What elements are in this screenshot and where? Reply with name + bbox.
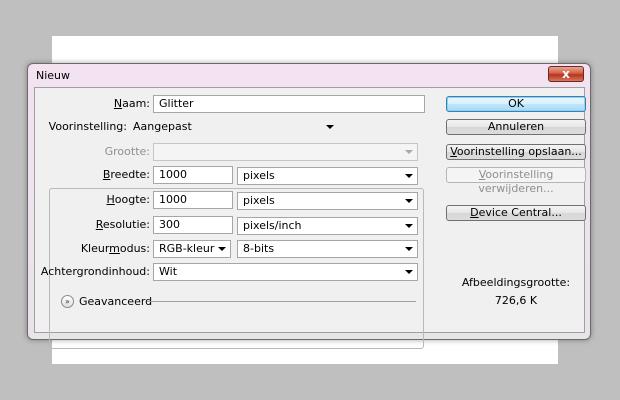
color-mode-label-prefix: Kleur	[80, 242, 110, 255]
save-preset-rest: oorinstelling opslaan...	[456, 145, 582, 158]
name-value: Glitter	[159, 97, 194, 110]
height-input[interactable]: 1000	[153, 191, 233, 209]
size-select	[153, 143, 418, 161]
resolution-value: 300	[159, 218, 180, 231]
new-document-dialog: Nieuw x Naam: Glitter Voorinstelling: Aa…	[27, 63, 591, 349]
color-mode-label-mnemonic: m	[109, 242, 120, 255]
bit-depth-select[interactable]: 8-bits	[237, 240, 418, 258]
resolution-unit-value: pixels/inch	[243, 219, 302, 232]
ok-button[interactable]: OK	[446, 96, 586, 112]
device-central-button[interactable]: Device Central...	[446, 205, 586, 221]
preset-label: Voorinstelling:	[48, 120, 127, 133]
height-label-mnemonic: H	[106, 193, 115, 206]
height-label: Hoogte:	[35, 193, 150, 206]
title-bar[interactable]: Nieuw x	[28, 64, 590, 86]
resolution-input[interactable]: 300	[153, 216, 233, 234]
delete-preset-rest: oorinstelling verwijderen...	[478, 168, 554, 195]
device-central-rest: evice Central...	[478, 206, 562, 219]
name-input[interactable]: Glitter	[153, 95, 425, 113]
name-label: Naam:	[35, 97, 150, 110]
save-preset-button[interactable]: Voorinstelling opslaan...	[446, 144, 586, 160]
color-mode-select[interactable]: RGB-kleur	[153, 240, 231, 258]
delete-preset-button: Voorinstelling verwijderen...	[446, 167, 586, 195]
width-unit-select[interactable]: pixels	[237, 167, 418, 185]
advanced-divider	[147, 301, 416, 302]
dialog-title: Nieuw	[36, 69, 71, 82]
height-label-rest: oogte:	[114, 193, 150, 206]
background-label: Achtergrondinhoud:	[40, 265, 150, 278]
size-label: Grootte:	[104, 145, 150, 158]
name-label-mnemonic: N	[113, 97, 123, 110]
chevron-down-icon	[405, 270, 413, 274]
chevron-down-icon	[326, 125, 334, 129]
background-select[interactable]: Wit	[153, 263, 418, 281]
cancel-button[interactable]: Annuleren	[446, 119, 586, 135]
bit-depth-value: 8-bits	[243, 242, 275, 255]
resolution-label: Resolutie:	[35, 218, 150, 231]
name-label-rest: aam:	[122, 97, 150, 110]
save-preset-mnemonic: V	[450, 145, 457, 158]
width-value: 1000	[159, 168, 187, 181]
chevron-down-icon	[405, 199, 413, 203]
close-button[interactable]: x	[548, 66, 584, 82]
width-input[interactable]: 1000	[153, 166, 233, 184]
height-unit-value: pixels	[243, 194, 275, 207]
background-value: Wit	[159, 265, 178, 278]
chevron-down-icon	[405, 224, 413, 228]
chevron-down-icon	[405, 174, 413, 178]
width-unit-value: pixels	[243, 169, 275, 182]
width-label: Breedte:	[35, 168, 150, 181]
chevron-down-icon	[405, 247, 413, 251]
height-unit-select[interactable]: pixels	[237, 192, 418, 210]
close-icon: x	[562, 67, 570, 81]
dialog-body: Naam: Glitter Voorinstelling: Aangepast …	[34, 87, 586, 349]
double-chevron-down-icon[interactable]: »	[61, 295, 74, 308]
height-value: 1000	[159, 193, 187, 206]
chevron-down-icon	[405, 150, 413, 154]
image-size-value: 726,6 K	[494, 294, 538, 307]
resolution-label-mnemonic: R	[95, 218, 103, 231]
image-size-label: Afbeeldingsgrootte:	[461, 276, 571, 289]
chevron-down-icon	[218, 247, 226, 251]
preset-select[interactable]: Aangepast	[127, 118, 339, 136]
color-mode-label-rest: odus:	[119, 242, 150, 255]
resolution-unit-select[interactable]: pixels/inch	[237, 217, 418, 235]
width-label-rest: reedte:	[110, 168, 150, 181]
color-mode-label: Kleurmodus:	[35, 242, 150, 255]
device-central-mnemonic: D	[470, 206, 479, 219]
color-mode-value: RGB-kleur	[159, 242, 215, 255]
preset-value: Aangepast	[133, 120, 192, 133]
resolution-label-rest: esolutie:	[102, 218, 150, 231]
advanced-label[interactable]: Geavanceerd	[79, 295, 152, 308]
